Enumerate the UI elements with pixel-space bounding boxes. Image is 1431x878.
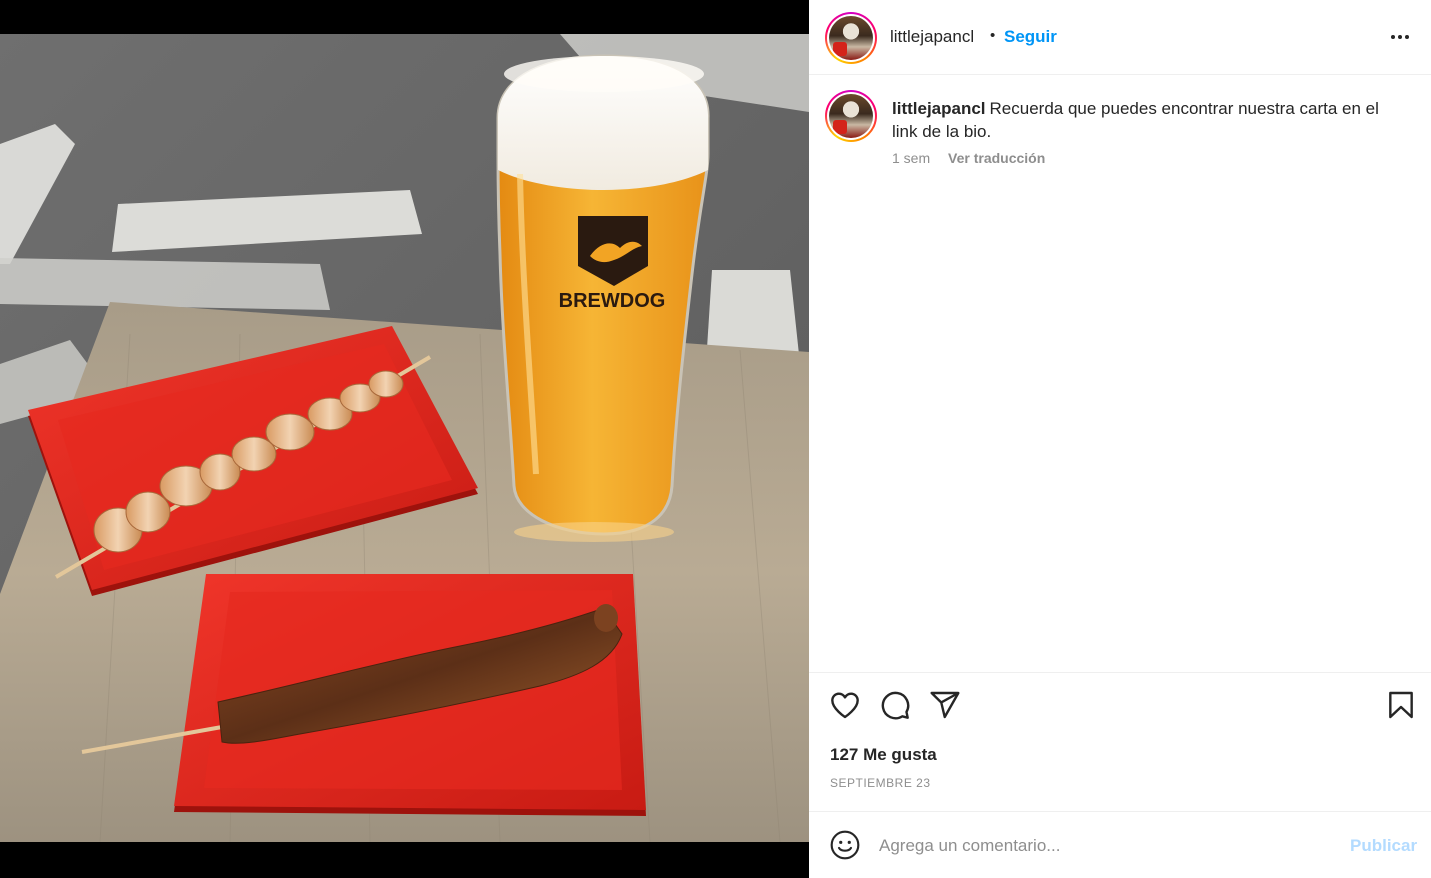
post-header: littlejapancl • Seguir [809,0,1431,75]
caption-username[interactable]: littlejapancl [892,99,986,118]
caption-meta: 1 sem Ver traducción [892,150,1045,166]
emoji-icon[interactable] [829,829,861,861]
caption-time[interactable]: 1 sem [892,150,930,166]
publish-button[interactable]: Publicar [1350,836,1417,856]
comment-bar: Publicar [809,811,1431,878]
caption-author-avatar[interactable] [825,90,877,142]
comment-icon[interactable] [879,689,911,721]
caption-text-block: littlejapancl Recuerda que puedes encontr… [892,97,1402,143]
post-side-panel: littlejapancl • Seguir littlejapancl Recu… [809,0,1431,878]
send-icon[interactable] [929,689,961,721]
comment-input[interactable] [879,832,1339,860]
post-photo: BREWDOG [0,34,809,842]
glass-logo-text: BREWDOG [559,290,666,312]
instagram-post-viewer: BREWDOG littlejapancl • Seguir littlejap… [0,0,1431,878]
bookmark-icon[interactable] [1385,689,1417,721]
author-avatar[interactable] [825,12,877,64]
author-username[interactable]: littlejapancl [890,27,974,47]
follow-button[interactable]: Seguir [1004,27,1057,47]
more-horizontal-icon[interactable] [1385,22,1415,52]
header-separator: • [990,27,996,44]
likes-count[interactable]: 127 Me gusta [830,745,937,765]
post-date[interactable]: SEPTIEMBRE 23 [830,776,931,790]
heart-icon[interactable] [829,689,861,721]
post-actions: 127 Me gusta SEPTIEMBRE 23 [809,672,1431,812]
see-translation-button[interactable]: Ver traducción [948,150,1045,166]
post-image[interactable]: BREWDOG [0,0,809,878]
